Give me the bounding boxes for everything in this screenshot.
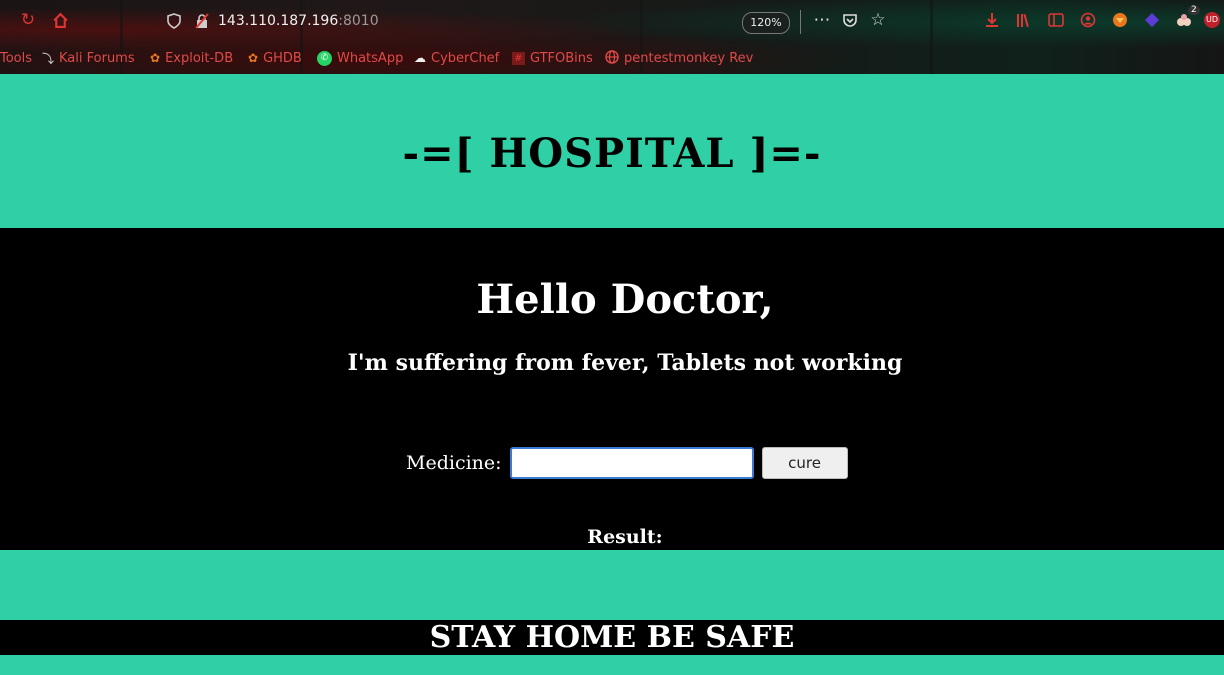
home-icon[interactable]: [50, 10, 70, 30]
page-header: -=[ HOSPITAL ]=-: [0, 74, 1224, 228]
cure-button[interactable]: cure: [761, 447, 848, 479]
bottom-strip: [0, 655, 1224, 675]
zoom-badge[interactable]: 120%: [742, 12, 790, 34]
hash-icon: #: [512, 51, 525, 65]
extension-ud-icon[interactable]: UD: [1204, 12, 1220, 28]
bookmark-pentestmonkey[interactable]: pentestmonkey Rev: [605, 48, 753, 68]
extension-fox-icon[interactable]: [1110, 10, 1130, 30]
library-icon[interactable]: [1014, 10, 1034, 30]
url-bar[interactable]: 143.110.187.196:8010: [160, 8, 800, 34]
bookmark-label: Exploit-DB: [165, 50, 234, 66]
bookmark-cyberchef[interactable]: ☁ CyberChef: [414, 48, 499, 68]
account-icon[interactable]: [1078, 10, 1098, 30]
url-port: :8010: [338, 13, 379, 29]
chef-hat-icon: ☁: [414, 51, 426, 65]
toolbar-separator: [800, 10, 801, 34]
extension-ud-label: UD: [1205, 15, 1218, 24]
greeting-heading: Hello Doctor,: [476, 276, 774, 323]
pocket-icon[interactable]: [840, 10, 860, 30]
result-label: Result:: [587, 526, 663, 548]
result-area: [0, 550, 1224, 620]
page-title: -=[ HOSPITAL ]=-: [402, 130, 822, 177]
bookmark-whatsapp[interactable]: ✆ WhatsApp: [317, 48, 403, 68]
url-host: 143.110.187.196: [218, 13, 339, 29]
bookmark-label: WhatsApp: [337, 50, 404, 66]
insecure-lock-icon[interactable]: [192, 11, 212, 31]
medicine-input[interactable]: [509, 447, 754, 479]
bookmark-label: Kali Forums: [59, 50, 135, 66]
exploit-db-icon: ✿: [150, 51, 161, 65]
kali-dragon-icon: ⤵: [42, 51, 55, 66]
footer-banner: STAY HOME BE SAFE: [0, 620, 1224, 655]
medicine-label: Medicine:: [406, 452, 502, 474]
extension-badge: 2: [1188, 6, 1200, 15]
bookmark-exploit-db[interactable]: ✿ Exploit-DB: [150, 48, 233, 68]
extension-diamond-icon[interactable]: [1142, 10, 1162, 30]
bookmark-kali-forums[interactable]: ⤵ Kali Forums: [42, 48, 135, 68]
main-panel: Hello Doctor, I'm suffering from fever, …: [0, 228, 1224, 550]
bookmark-star-icon[interactable]: ☆: [868, 10, 888, 30]
browser-chrome: ↻ 143.110.187.196:8010 120% ⋯ ☆ 2 UD Too…: [0, 0, 1224, 74]
bookmark-label: GTFOBins: [530, 50, 593, 66]
sidebar-icon[interactable]: [1046, 10, 1066, 30]
bookmark-gtfobins[interactable]: # GTFOBins: [512, 48, 593, 68]
extension-cookie-icon[interactable]: 2: [1174, 6, 1200, 30]
bookmark-ghdb[interactable]: ✿ GHDB: [248, 48, 302, 68]
globe-icon: [605, 49, 619, 67]
complaint-text: I'm suffering from fever, Tablets not wo…: [347, 350, 903, 376]
bookmark-label: GHDB: [263, 50, 302, 66]
ghdb-icon: ✿: [248, 51, 259, 65]
reload-icon[interactable]: ↻: [18, 10, 38, 30]
medicine-form: Medicine: cure: [406, 446, 848, 480]
bookmark-label: CyberChef: [431, 50, 500, 66]
url-text[interactable]: 143.110.187.196:8010: [218, 13, 379, 29]
more-icon[interactable]: ⋯: [812, 10, 832, 30]
whatsapp-icon: ✆: [317, 50, 332, 66]
bookmarks-bar: Tools ⤵ Kali Forums ✿ Exploit-DB ✿ GHDB …: [0, 48, 1224, 68]
browser-toolbar: ↻ 143.110.187.196:8010 120% ⋯ ☆ 2 UD: [0, 0, 1224, 42]
shield-icon[interactable]: [164, 11, 184, 31]
download-icon[interactable]: [982, 10, 1002, 30]
bookmark-tools[interactable]: Tools: [0, 48, 32, 68]
bookmark-label: Tools: [0, 50, 33, 66]
bookmark-label: pentestmonkey Rev: [624, 50, 754, 66]
